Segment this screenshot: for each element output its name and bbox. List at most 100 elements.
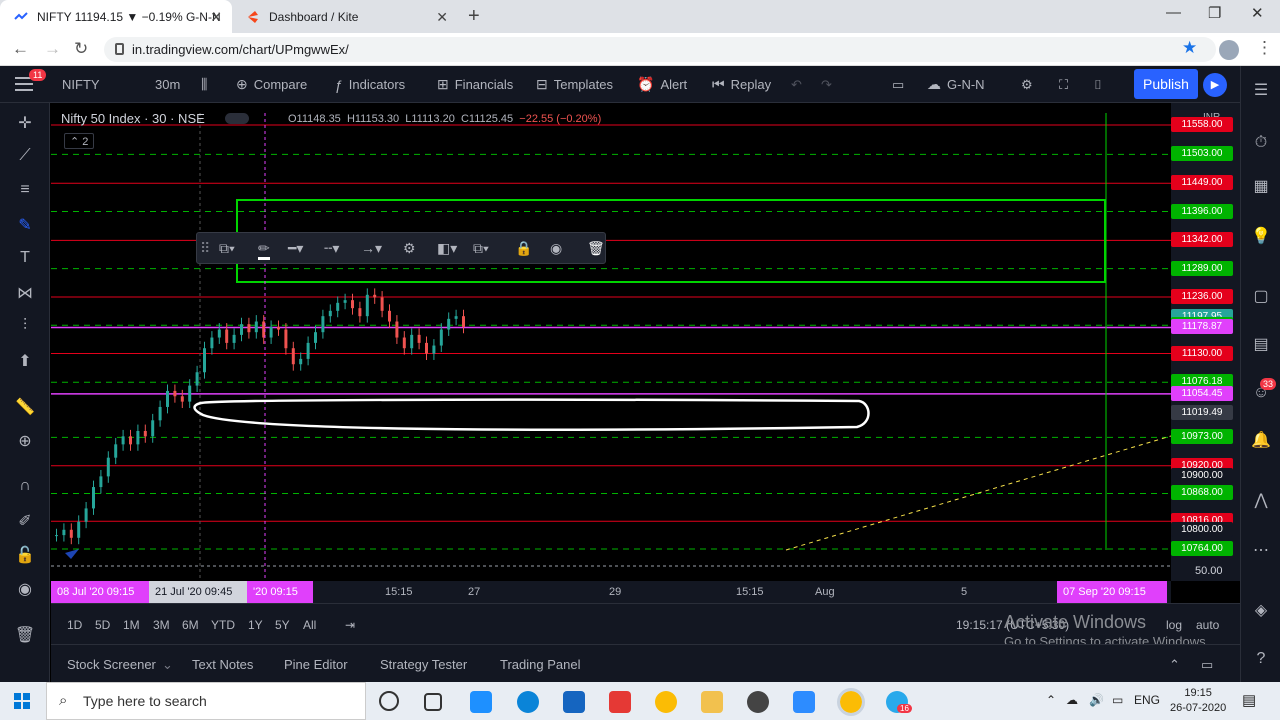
publish-button[interactable]: Publish bbox=[1134, 69, 1198, 99]
layout-name-button[interactable]: ☁ G-N-N bbox=[927, 66, 985, 103]
goto-date-icon[interactable]: ⇥ bbox=[345, 618, 355, 632]
alerts-clock-icon[interactable]: ⏱ bbox=[1250, 134, 1272, 156]
hide-eye-icon[interactable]: ◉ bbox=[550, 240, 562, 257]
redo-icon[interactable]: ↷ bbox=[821, 66, 832, 103]
maximize-icon[interactable]: ❐ bbox=[1208, 4, 1221, 22]
pattern-icon[interactable]: ⋈ bbox=[12, 283, 38, 305]
range-5d[interactable]: 5D bbox=[95, 618, 110, 632]
minimize-icon[interactable]: — bbox=[1166, 4, 1181, 21]
prediction-icon[interactable]: ⫶ bbox=[12, 317, 38, 339]
task-view-icon[interactable] bbox=[424, 693, 442, 711]
app-s-icon[interactable] bbox=[609, 691, 631, 713]
camera-icon[interactable]: ⌷ bbox=[1094, 66, 1102, 103]
onedrive-icon[interactable]: ☁ bbox=[1066, 693, 1078, 707]
indicator-count-toggle[interactable]: ⌃ 2 bbox=[64, 133, 95, 149]
tray-chevron-icon[interactable]: ⌃ bbox=[1046, 693, 1056, 707]
range-ytd[interactable]: YTD bbox=[211, 618, 235, 632]
layout-select-icon[interactable]: ▭ bbox=[892, 66, 904, 103]
lock-icon[interactable]: 🔒 bbox=[515, 240, 532, 257]
collapse-icon[interactable]: ⌃ bbox=[1169, 657, 1180, 673]
settings-gear-icon[interactable]: ⚙ bbox=[403, 240, 416, 257]
pencil-lock-icon[interactable]: ✐ bbox=[12, 511, 38, 533]
back-icon[interactable]: ← bbox=[12, 39, 29, 59]
time-scale[interactable]: 08 Jul '20 09:15 21 Jul '20 09:45 '20 09… bbox=[51, 581, 1171, 603]
visual-order-icon[interactable]: ◧▾ bbox=[437, 240, 457, 257]
lock-drawings-icon[interactable]: 🔓 bbox=[12, 545, 38, 567]
maximize-panel-icon[interactable]: ▭ bbox=[1201, 657, 1213, 673]
media-icon[interactable] bbox=[747, 691, 769, 713]
chevron-down-icon[interactable]: ⌄ bbox=[162, 657, 173, 673]
close-icon[interactable]: ✕ bbox=[436, 9, 448, 26]
tab-strategy-tester[interactable]: Strategy Tester bbox=[380, 657, 467, 672]
range-3m[interactable]: 3M bbox=[153, 618, 170, 632]
bookmark-star-icon[interactable]: ★ bbox=[1182, 38, 1197, 58]
chart-canvas[interactable] bbox=[51, 103, 1171, 581]
volume-icon[interactable]: 🔊 bbox=[1089, 693, 1104, 707]
eye-icon[interactable]: ◉ bbox=[12, 579, 38, 601]
clone-icon[interactable]: ⧉▾ bbox=[473, 240, 489, 257]
taskbar-clock[interactable]: 19:15 26-07-2020 bbox=[1170, 686, 1226, 716]
action-center-icon[interactable]: ▤ bbox=[1242, 691, 1256, 709]
template-icon[interactable]: ⧉▾ bbox=[219, 240, 235, 257]
tab-kite[interactable]: Dashboard / Kite ✕ bbox=[232, 0, 458, 33]
range-6m[interactable]: 6M bbox=[182, 618, 199, 632]
edge-icon[interactable] bbox=[517, 691, 539, 713]
menu-dots-icon[interactable]: ⋮ bbox=[1256, 38, 1273, 58]
close-icon[interactable]: ✕ bbox=[210, 9, 222, 26]
chat-icon[interactable]: ▢ bbox=[1250, 286, 1272, 308]
fullscreen-icon[interactable]: ⛶ bbox=[1059, 66, 1068, 103]
tab-tradingview[interactable]: NIFTY 11194.15 ▼ −0.19% G-N-N ✕ bbox=[0, 0, 232, 33]
range-1d[interactable]: 1D bbox=[67, 618, 82, 632]
new-tab-icon[interactable]: + bbox=[468, 5, 480, 28]
bell-icon[interactable]: 🔔 bbox=[1250, 430, 1272, 452]
range-5y[interactable]: 5Y bbox=[275, 618, 290, 632]
store-icon[interactable] bbox=[470, 691, 492, 713]
ruler-icon[interactable]: 📏 bbox=[12, 397, 38, 419]
tab-text-notes[interactable]: Text Notes bbox=[192, 657, 253, 672]
chrome-icon[interactable] bbox=[655, 691, 677, 713]
taskbar-search-box[interactable]: ⌕ Type here to search bbox=[46, 682, 366, 720]
settings-gear-icon[interactable]: ⚙ bbox=[1021, 66, 1033, 103]
replay-button[interactable]: ⏮ Replay bbox=[712, 66, 771, 103]
text-tool-icon[interactable]: T bbox=[12, 249, 38, 271]
symbol-search-button[interactable]: NIFTY bbox=[62, 66, 100, 103]
calendar-icon[interactable]: ▦ bbox=[1250, 176, 1272, 198]
play-icon[interactable]: ▶ bbox=[1203, 73, 1227, 97]
language-label[interactable]: ENG bbox=[1134, 693, 1160, 707]
crosshair-icon[interactable]: ✛ bbox=[12, 113, 38, 135]
chrome-active-icon[interactable] bbox=[837, 688, 865, 716]
watchlist-icon[interactable]: ☰ bbox=[1250, 80, 1272, 102]
reload-icon[interactable]: ↻ bbox=[74, 39, 88, 59]
cortana-icon[interactable] bbox=[379, 691, 399, 711]
range-all[interactable]: All bbox=[303, 618, 316, 632]
arrow-up-icon[interactable]: ⬆ bbox=[12, 351, 38, 373]
range-1m[interactable]: 1M bbox=[123, 618, 140, 632]
line-color-icon[interactable]: ✏ bbox=[258, 240, 270, 260]
forward-icon[interactable]: → bbox=[44, 39, 61, 59]
compare-button[interactable]: ⊕ Compare bbox=[236, 66, 307, 103]
line-width-icon[interactable]: ━▾ bbox=[288, 240, 303, 257]
trend-line-icon[interactable]: ⟋ bbox=[12, 147, 38, 169]
url-field[interactable]: in.tradingview.com/chart/UPmgwwEx/ bbox=[104, 37, 1216, 62]
profile-avatar[interactable] bbox=[1219, 40, 1239, 60]
templates-button[interactable]: ⊟ Templates bbox=[536, 66, 613, 103]
line-end-icon[interactable]: →▾ bbox=[361, 240, 382, 257]
price-scale[interactable]: INR 11558.0011503.0011449.0011396.001134… bbox=[1171, 103, 1240, 581]
ellipsis-icon[interactable]: ⋯ bbox=[1250, 540, 1272, 562]
line-style-icon[interactable]: ╌▾ bbox=[324, 240, 339, 257]
zoom-app-icon[interactable] bbox=[793, 691, 815, 713]
window-close-icon[interactable]: ✕ bbox=[1251, 4, 1264, 22]
messages-icon[interactable]: ▤ bbox=[1250, 334, 1272, 356]
drag-handle-icon[interactable]: ⠿ bbox=[200, 240, 210, 257]
range-1y[interactable]: 1Y bbox=[248, 618, 263, 632]
alert-button[interactable]: ⏰ Alert bbox=[637, 66, 687, 103]
zoom-icon[interactable]: ⊕ bbox=[12, 431, 38, 453]
financials-button[interactable]: ⊞ Financials bbox=[437, 66, 513, 103]
chart-pane[interactable] bbox=[51, 103, 1171, 581]
windows-start-icon[interactable] bbox=[14, 693, 30, 709]
layers-icon[interactable]: ◈ bbox=[1250, 600, 1272, 622]
tab-trading-panel[interactable]: Trading Panel bbox=[500, 657, 580, 672]
delete-trash-icon[interactable]: 🗑 bbox=[587, 240, 605, 257]
tab-pine-editor[interactable]: Pine Editor bbox=[284, 657, 348, 672]
indicators-button[interactable]: ƒ Indicators bbox=[335, 66, 405, 103]
